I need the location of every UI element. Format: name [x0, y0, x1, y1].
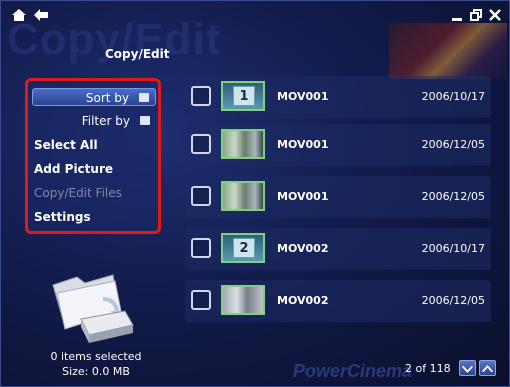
video-thumbnail: [221, 285, 265, 315]
video-thumbnail: [221, 129, 265, 159]
video-thumbnail: [221, 181, 265, 211]
file-date: 2006/12/05: [421, 294, 485, 307]
video-thumbnail: 1: [221, 81, 265, 111]
file-checkbox[interactable]: [191, 86, 211, 106]
file-row[interactable]: 2 MOV002 2006/10/17: [185, 228, 491, 270]
file-date: 2006/12/05: [421, 138, 485, 151]
home-icon[interactable]: [12, 9, 26, 21]
file-date: 2006/12/05: [421, 190, 485, 203]
sort-by-dropdown[interactable]: Sort by: [32, 88, 156, 106]
page-down-button[interactable]: [459, 360, 476, 376]
filter-by-dropdown[interactable]: Filter by: [32, 112, 156, 130]
filter-by-label: Filter by: [81, 114, 130, 128]
page-title: Copy/Edit: [105, 47, 170, 61]
file-name: MOV002: [277, 242, 329, 255]
chevron-down-icon: [140, 116, 150, 125]
page-indicator: 2 of 118: [405, 362, 451, 375]
folder-to-drive-icon: [52, 274, 134, 343]
thumbnail-number: 1: [233, 86, 255, 106]
copy-edit-window: Copy/Edit Copy/Edit Sort by Filter by Se…: [0, 0, 510, 387]
select-all-button[interactable]: Select All: [34, 138, 158, 158]
selected-count: 0 items selected: [50, 350, 142, 363]
chevron-up-icon: [482, 365, 493, 373]
sort-by-label: Sort by: [85, 91, 129, 105]
file-name: MOV001: [277, 190, 329, 203]
file-date: 2006/10/17: [421, 90, 485, 103]
file-row[interactable]: MOV002 2006/12/05: [185, 280, 491, 322]
file-checkbox[interactable]: [191, 134, 211, 154]
minimize-icon[interactable]: [452, 11, 462, 21]
background-art: [389, 23, 507, 79]
file-checkbox[interactable]: [191, 238, 211, 258]
close-icon[interactable]: [489, 9, 501, 21]
options-menu: Sort by Filter by Select All Add Picture…: [25, 78, 161, 234]
selected-size: Size: 0.0 MB: [62, 365, 130, 378]
file-name: MOV001: [277, 90, 329, 103]
file-date: 2006/10/17: [421, 242, 485, 255]
page-up-button[interactable]: [479, 360, 496, 376]
brand-watermark: PowerCinema: [293, 361, 413, 381]
file-row[interactable]: MOV001 2006/12/05: [185, 176, 491, 218]
file-name: MOV002: [277, 294, 329, 307]
restore-icon[interactable]: [470, 9, 482, 21]
copy-edit-files-button[interactable]: Copy/Edit Files: [34, 186, 158, 206]
back-icon[interactable]: [34, 9, 48, 21]
chevron-down-icon: [462, 365, 473, 373]
add-picture-button[interactable]: Add Picture: [34, 162, 158, 182]
settings-button[interactable]: Settings: [34, 210, 158, 230]
file-checkbox[interactable]: [191, 186, 211, 206]
video-thumbnail: 2: [221, 233, 265, 263]
file-row[interactable]: 1 MOV001 2006/10/17: [185, 76, 491, 118]
file-row[interactable]: MOV001 2006/12/05: [185, 124, 491, 166]
thumbnail-number: 2: [233, 238, 255, 258]
file-checkbox[interactable]: [191, 290, 211, 310]
file-name: MOV001: [277, 138, 329, 151]
chevron-down-icon: [139, 93, 149, 102]
title-bar: [1, 1, 509, 27]
